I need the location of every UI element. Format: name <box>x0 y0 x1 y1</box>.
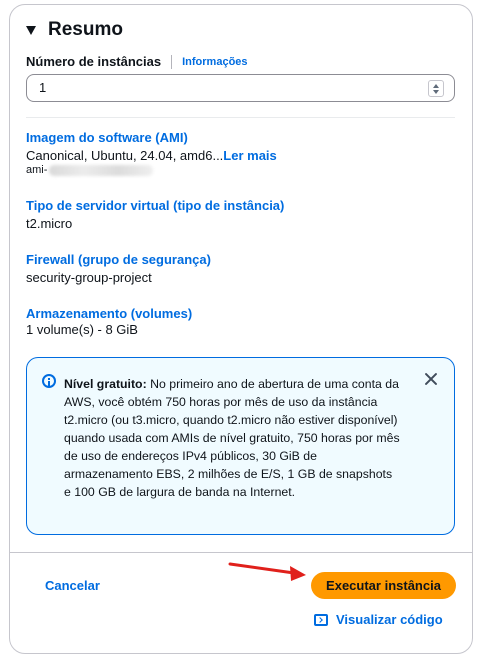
free-tier-alert-body: No primeiro ano de abertura de uma conta… <box>64 377 400 499</box>
firewall-value: security-group-project <box>26 270 152 285</box>
close-icon[interactable] <box>424 372 438 386</box>
ami-read-more-link[interactable]: Ler mais <box>223 148 276 163</box>
storage-value: 1 volume(s) - 8 GiB <box>26 322 138 337</box>
info-icon <box>42 374 56 388</box>
ami-value: Canonical, Ubuntu, 24.04, amd6... <box>26 148 224 163</box>
launch-instance-button[interactable]: Executar instância <box>311 572 456 599</box>
ami-id-prefix: ami- <box>26 164 48 176</box>
free-tier-alert-text: Nível gratuito: No primeiro ano de abert… <box>64 375 402 501</box>
instances-input[interactable]: 1 <box>26 74 455 102</box>
free-tier-alert: Nível gratuito: No primeiro ano de abert… <box>26 357 455 535</box>
free-tier-alert-title: Nível gratuito: <box>64 377 147 391</box>
view-code-label: Visualizar código <box>336 612 443 627</box>
info-link[interactable]: Informações <box>182 56 247 68</box>
ami-id: ami- <box>26 164 154 176</box>
ami-value-row: Canonical, Ubuntu, 24.04, amd6...Ler mai… <box>26 148 277 163</box>
instance-type-heading[interactable]: Tipo de servidor virtual (tipo de instân… <box>26 198 284 213</box>
ami-id-redacted <box>49 164 154 176</box>
firewall-heading[interactable]: Firewall (grupo de segurança) <box>26 252 211 267</box>
storage-heading[interactable]: Armazenamento (volumes) <box>26 306 192 321</box>
spinner-icon[interactable] <box>428 80 444 97</box>
caret-down-icon[interactable] <box>26 25 36 35</box>
summary-title: Resumo <box>48 19 123 40</box>
instances-label-row: Número de instâncias Informações <box>26 54 248 69</box>
footer-divider <box>9 552 473 553</box>
ami-heading[interactable]: Imagem do software (AMI) <box>26 130 188 145</box>
annotation-arrow-icon <box>228 562 306 581</box>
instances-value: 1 <box>39 80 47 95</box>
cancel-button[interactable]: Cancelar <box>45 578 100 593</box>
code-icon <box>314 613 328 626</box>
label-divider <box>171 54 173 69</box>
instance-type-value: t2.micro <box>26 216 73 231</box>
view-code-link[interactable]: Visualizar código <box>314 612 443 627</box>
section-divider <box>26 117 455 118</box>
summary-header[interactable]: Resumo <box>26 19 123 41</box>
instances-label: Número de instâncias <box>26 54 162 69</box>
